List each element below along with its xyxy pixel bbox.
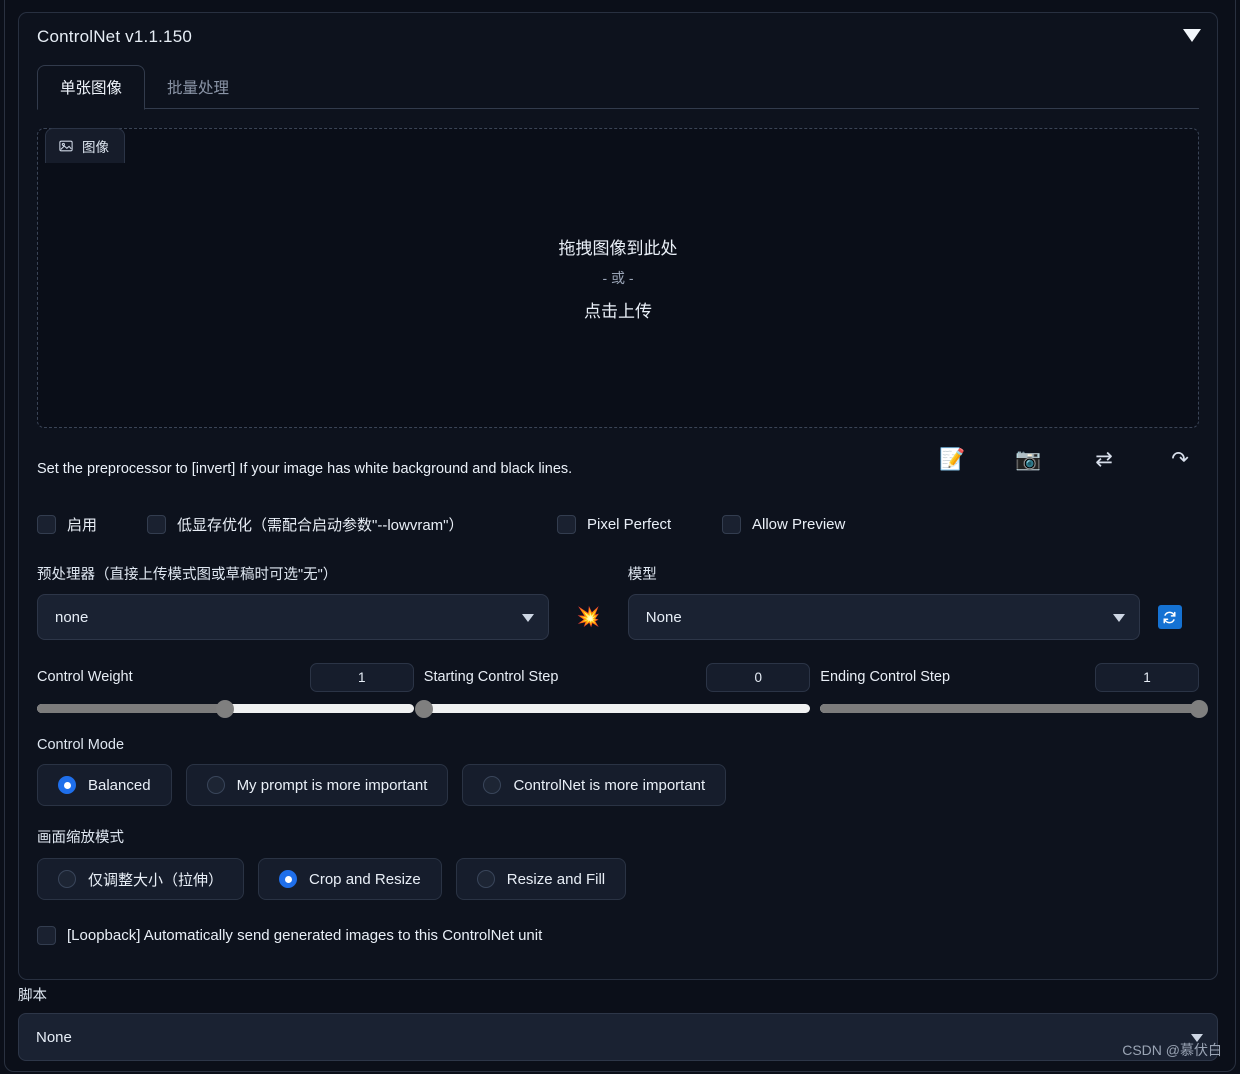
control-mode-label: Control Mode <box>37 737 125 753</box>
radio-label: Resize and Fill <box>506 870 606 888</box>
control-weight-slider-group: Control Weight 1 <box>37 662 414 718</box>
model-dropdown[interactable]: None <box>627 594 1141 640</box>
checkbox-box[interactable] <box>147 514 166 534</box>
tab-single-image[interactable]: 单张图像 <box>37 65 146 110</box>
checkbox-pixel-perfect[interactable]: Pixel Perfect <box>557 514 722 534</box>
image-upload-area: 图像 拖拽图像到此处 - 或 - 点击上传 <box>37 128 1199 428</box>
chevron-down-icon <box>522 614 535 622</box>
control-mode-radio-group: Balanced My prompt is more important Con… <box>37 764 1199 806</box>
send-arrow-icon[interactable]: ↷ <box>1167 449 1193 470</box>
preprocessor-dropdown[interactable]: none <box>37 594 550 640</box>
radio-controlnet-important[interactable]: ControlNet is more important <box>462 764 727 806</box>
control-weight-label: Control Weight <box>37 669 133 685</box>
radio-label: Balanced <box>88 776 151 794</box>
checkbox-label: 低显存优化（需配合启动参数"--lowvram"） <box>177 516 464 534</box>
tab-batch-process[interactable]: 批量处理 <box>145 66 251 109</box>
radio-dot[interactable] <box>58 776 76 794</box>
dropzone-upload-link[interactable]: 点击上传 <box>584 297 652 322</box>
radio-dot[interactable] <box>206 776 225 794</box>
preprocessor-label: 预处理器（直接上传模式图或草稿时可选"无"） <box>37 567 338 583</box>
control-weight-value[interactable]: 1 <box>309 662 414 692</box>
checkbox-label: Pixel Perfect <box>587 515 672 533</box>
watermark: CSDN @慕伏白 <box>1122 1042 1222 1058</box>
ending-step-slider-group: Ending Control Step 1 <box>820 662 1208 718</box>
chevron-down-icon <box>1113 614 1126 622</box>
swap-arrows-icon[interactable]: ⇄ <box>1091 449 1117 470</box>
ending-step-value[interactable]: 1 <box>1095 662 1199 692</box>
model-value: None <box>645 608 682 626</box>
checkbox-box[interactable] <box>37 926 56 945</box>
explode-preview-button[interactable]: 💥 <box>572 600 606 634</box>
radio-my-prompt-important[interactable]: My prompt is more important <box>185 764 449 806</box>
resize-mode-label: 画面缩放模式 <box>37 830 124 846</box>
checkbox-label: Allow Preview <box>752 515 846 533</box>
checkbox-allow-preview[interactable]: Allow Preview <box>722 514 846 534</box>
checkbox-loopback[interactable]: [Loopback] Automatically send generated … <box>37 926 542 945</box>
starting-step-label: Starting Control Step <box>423 669 559 685</box>
starting-step-value[interactable]: 0 <box>706 662 811 692</box>
radio-label: Crop and Resize <box>309 870 421 888</box>
selector-row: 预处理器（直接上传模式图或草稿时可选"无"） none 💥 模型 None <box>37 563 1199 640</box>
radio-dot[interactable] <box>279 870 298 888</box>
ending-step-label: Ending Control Step <box>820 669 951 685</box>
dropzone-line-1: 拖拽图像到此处 <box>558 239 678 258</box>
scripts-dropdown[interactable]: None <box>18 1013 1218 1061</box>
radio-resize-and-fill[interactable]: Resize and Fill <box>455 858 627 900</box>
image-icon <box>59 139 73 153</box>
checkbox-lowvram[interactable]: 低显存优化（需配合启动参数"--lowvram"） <box>147 514 557 535</box>
preprocessor-value: none <box>55 608 89 626</box>
checkbox-box[interactable] <box>37 514 56 534</box>
radio-label: 仅调整大小（拉伸） <box>88 871 224 889</box>
checkbox-box[interactable] <box>557 514 576 534</box>
camera-icon[interactable]: 📷 <box>1015 449 1041 470</box>
edit-memo-icon[interactable]: 📝 <box>939 449 965 470</box>
model-group: 模型 None <box>627 563 1141 640</box>
radio-dot[interactable] <box>476 870 495 888</box>
scripts-label: 脚本 <box>18 988 47 1004</box>
slider-row: Control Weight 1 Starting Control Step 0… <box>37 662 1208 718</box>
dropzone[interactable]: 拖拽图像到此处 - 或 - 点击上传 <box>37 128 1199 428</box>
radio-just-resize[interactable]: 仅调整大小（拉伸） <box>37 858 245 900</box>
image-tab-chip[interactable]: 图像 <box>45 128 125 163</box>
starting-step-slider-group: Starting Control Step 0 <box>414 662 811 718</box>
model-label: 模型 <box>627 567 657 583</box>
slider-fill <box>820 704 1199 713</box>
radio-balanced[interactable]: Balanced <box>37 764 172 806</box>
checkbox-label: 启用 <box>67 516 98 534</box>
scripts-section: 脚本 None <box>18 984 1218 1061</box>
preprocessor-hint: Set the preprocessor to [invert] If your… <box>37 461 573 477</box>
radio-label: ControlNet is more important <box>513 776 706 794</box>
loopback-row: [Loopback] Automatically send generated … <box>37 926 1199 945</box>
slider-fill <box>37 704 226 713</box>
dropzone-or: - 或 - <box>602 270 634 286</box>
slider-knob[interactable] <box>216 699 235 718</box>
slider-knob[interactable] <box>1190 699 1208 718</box>
radio-crop-and-resize[interactable]: Crop and Resize <box>258 858 442 900</box>
radio-label: My prompt is more important <box>236 776 428 794</box>
scripts-value: None <box>36 1028 72 1046</box>
radio-dot[interactable] <box>483 776 502 794</box>
controlnet-panel: ControlNet v1.1.150 单张图像 批量处理 图像 拖拽图像到此处… <box>18 12 1218 980</box>
refresh-models-button[interactable] <box>1157 605 1182 629</box>
checkbox-label: [Loopback] Automatically send generated … <box>67 927 543 944</box>
preprocessor-group: 预处理器（直接上传模式图或草稿时可选"无"） none <box>37 563 550 640</box>
tool-icon-row: 📝 📷 ⇄ ↷ <box>939 449 1193 470</box>
page-title: ControlNet v1.1.150 <box>37 27 192 46</box>
checkbox-box[interactable] <box>722 514 741 534</box>
control-weight-track[interactable] <box>37 699 414 718</box>
hint-row: Set the preprocessor to [invert] If your… <box>37 449 1199 489</box>
panel-header[interactable]: ControlNet v1.1.150 <box>19 13 1217 61</box>
options-checkbox-row: 启用 低显存优化（需配合启动参数"--lowvram"） Pixel Perfe… <box>37 507 1199 541</box>
checkbox-enable[interactable]: 启用 <box>37 514 147 535</box>
tab-bar: 单张图像 批量处理 <box>37 65 1199 110</box>
caret-down-icon[interactable] <box>1183 29 1201 42</box>
starting-step-track[interactable] <box>414 699 811 718</box>
radio-dot[interactable] <box>58 870 76 888</box>
image-tab-label: 图像 <box>82 140 109 155</box>
resize-mode-radio-group: 仅调整大小（拉伸） Crop and Resize Resize and Fil… <box>37 858 1199 900</box>
ending-step-track[interactable] <box>820 699 1208 718</box>
slider-knob[interactable] <box>414 699 433 718</box>
